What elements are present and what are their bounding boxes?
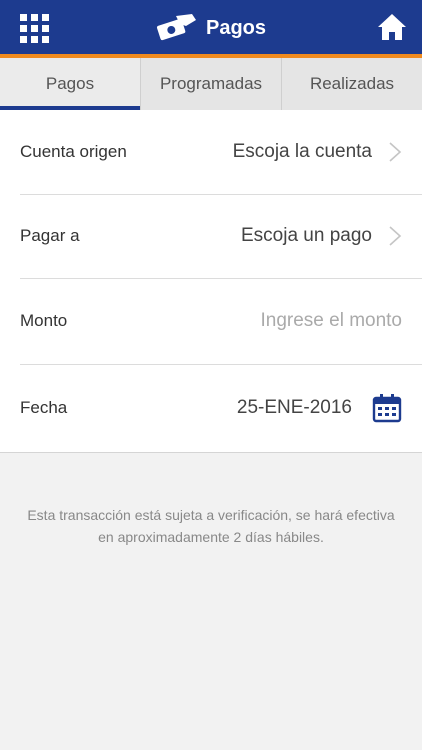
payment-form: Cuenta origen Escoja la cuenta Pagar a E… xyxy=(0,110,422,453)
cuenta-origen-label: Cuenta origen xyxy=(20,142,127,161)
tab-pagos[interactable]: Pagos xyxy=(0,58,141,110)
monto-row[interactable]: Monto Ingrese el monto xyxy=(0,278,422,364)
app-header: Pagos xyxy=(0,0,422,58)
tab-bar: Pagos Programadas Realizadas xyxy=(0,58,422,110)
monto-label: Monto xyxy=(20,311,68,330)
pagar-a-text: Escoja un pago xyxy=(241,225,372,246)
pagar-a-row[interactable]: Pagar a Escoja un pago xyxy=(0,194,422,278)
cuenta-origen-text: Escoja la cuenta xyxy=(232,141,372,162)
calendar-icon[interactable] xyxy=(372,393,402,423)
pagar-a-value[interactable]: Escoja un pago xyxy=(241,225,402,247)
grid-menu-icon[interactable] xyxy=(20,14,50,43)
tab-realizadas[interactable]: Realizadas xyxy=(282,58,422,110)
header-title-group: Pagos xyxy=(152,8,266,48)
fecha-row[interactable]: Fecha 25-ENE-2016 xyxy=(0,364,422,452)
pagar-a-label: Pagar a xyxy=(20,226,80,245)
cuenta-origen-value[interactable]: Escoja la cuenta xyxy=(233,141,402,163)
fecha-label: Fecha xyxy=(20,398,68,417)
money-hand-icon xyxy=(156,14,196,41)
home-icon[interactable] xyxy=(376,12,408,42)
monto-input[interactable]: Ingrese el monto xyxy=(260,310,402,332)
fecha-value[interactable]: 25-ENE-2016 xyxy=(237,393,402,423)
tab-programadas[interactable]: Programadas xyxy=(141,58,282,110)
chevron-right-icon xyxy=(389,142,402,162)
fecha-text: 25-ENE-2016 xyxy=(236,397,352,418)
cuenta-origen-row[interactable]: Cuenta origen Escoja la cuenta xyxy=(0,110,422,194)
chevron-right-icon xyxy=(389,226,402,246)
page-title: Pagos xyxy=(206,16,267,39)
verification-note: Esta transacción está sujeta a verificac… xyxy=(27,507,395,545)
